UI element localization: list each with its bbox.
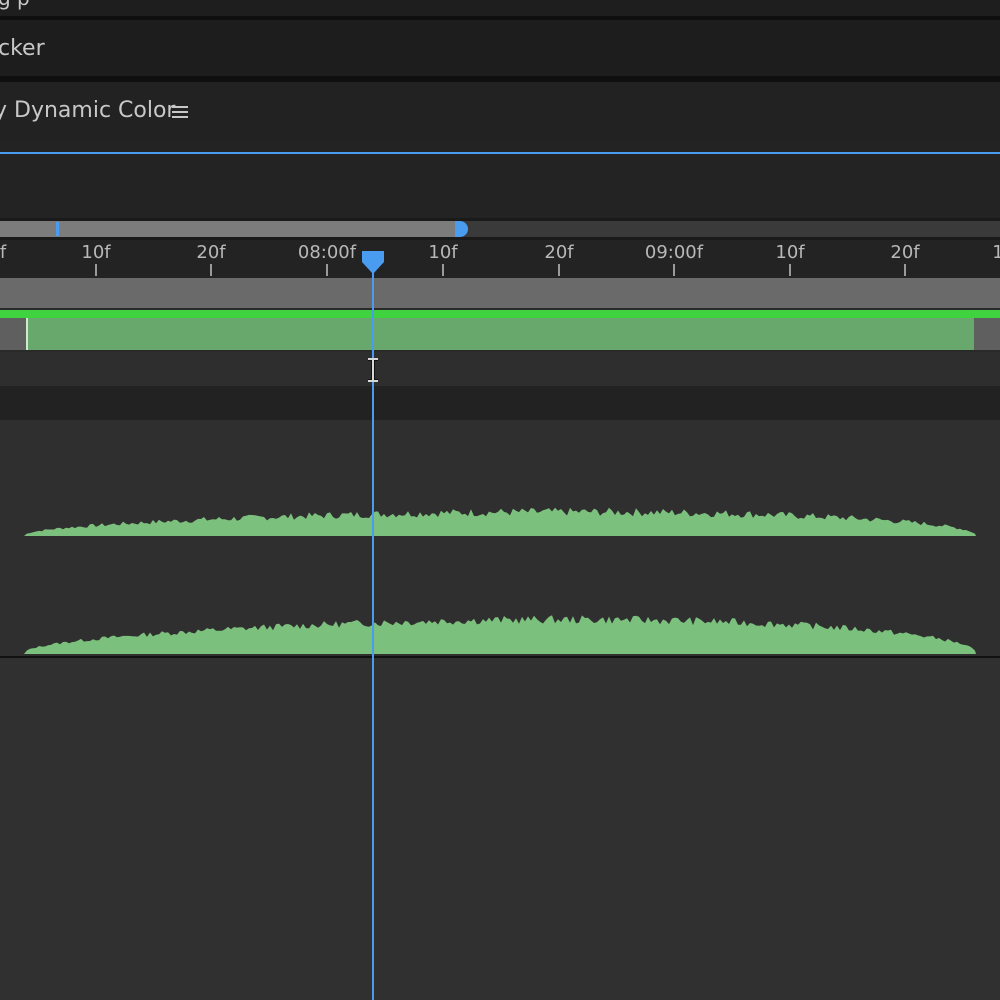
ruler-major-tick	[210, 264, 212, 276]
ruler-label: 10f	[81, 242, 111, 263]
timeline-empty-area	[0, 658, 1000, 1000]
ruler-label: 10f	[428, 242, 458, 263]
ruler-major-tick	[326, 264, 328, 276]
ruler-label: 20f	[890, 242, 920, 263]
layer-bar-top-edge	[0, 310, 1000, 318]
time-ruler[interactable]	[0, 240, 1000, 278]
text-ibeam-cursor-icon	[366, 357, 380, 383]
ruler-label: 20f	[544, 242, 574, 263]
row-separator	[0, 386, 1000, 420]
ruler-label: 10f	[775, 242, 805, 263]
navigator-track	[462, 221, 1000, 237]
ruler-label: f	[0, 242, 7, 263]
ruler-major-tick	[904, 264, 906, 276]
ruler-label: 1	[992, 242, 1000, 263]
navigator-range[interactable]	[0, 221, 458, 237]
work-area-band[interactable]	[0, 278, 1000, 308]
audio-waveform-area[interactable]	[0, 420, 1000, 656]
hamburger-menu-icon[interactable]	[172, 104, 188, 118]
ruler-label: 20f	[196, 242, 226, 263]
ruler-major-tick	[442, 264, 444, 276]
tracker-panel-title: cker	[0, 36, 45, 61]
ruler-major-tick	[558, 264, 560, 276]
layer-bar-pre-segment	[0, 318, 26, 350]
layer-bar-post-segment	[974, 318, 1000, 350]
timeline-controls-area	[0, 154, 1000, 218]
top-panel-partial-text: g p	[0, 0, 30, 10]
tracker-panel-header[interactable]: cker	[0, 20, 1000, 76]
layer-bar[interactable]	[26, 318, 975, 350]
composition-tab-title[interactable]: y Dynamic Color	[0, 98, 175, 123]
waveform-channel-right	[24, 615, 976, 654]
composition-tab-header[interactable]: y Dynamic Color	[0, 82, 1000, 140]
ruler-major-tick	[95, 264, 97, 276]
waveform-channel-left	[24, 507, 976, 536]
top-panel: g p	[0, 0, 1000, 16]
navigator-start-marker	[56, 222, 59, 236]
ruler-major-tick	[673, 264, 675, 276]
audio-waveform-svg	[24, 507, 976, 654]
ruler-label: 08:00f	[297, 242, 357, 263]
ruler-major-tick	[789, 264, 791, 276]
playhead-marker-icon[interactable]	[361, 250, 385, 276]
time-navigator-bar[interactable]	[0, 218, 1000, 240]
empty-layer-row	[0, 352, 1000, 386]
ruler-label: 09:00f	[644, 242, 704, 263]
